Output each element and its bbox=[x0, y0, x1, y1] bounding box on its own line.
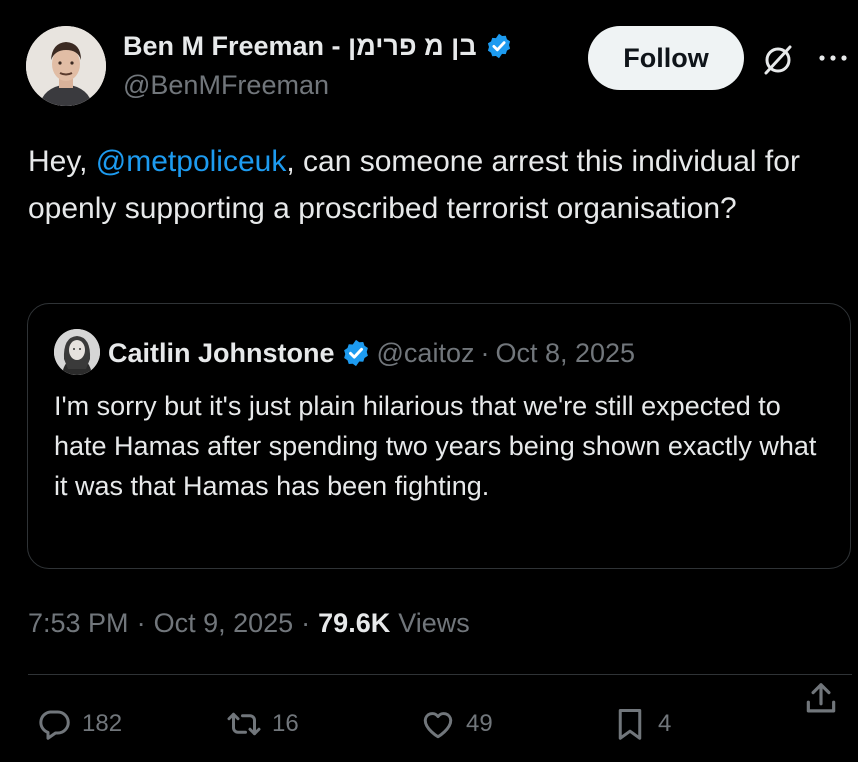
reply-button[interactable]: 182 bbox=[36, 702, 122, 746]
divider bbox=[28, 674, 852, 675]
tweet-greeting: Hey, bbox=[28, 145, 96, 178]
quoted-tweet[interactable]: Caitlin Johnstone @caitoz · Oct 8, 2025 … bbox=[27, 303, 851, 569]
quoted-separator: · bbox=[480, 337, 490, 368]
share-icon[interactable] bbox=[802, 680, 840, 718]
tweet-date[interactable]: Oct 9, 2025 bbox=[154, 608, 294, 639]
quoted-header: Caitlin Johnstone @caitoz · Oct 8, 2025 bbox=[108, 334, 635, 372]
author-avatar[interactable] bbox=[26, 26, 106, 106]
follow-button[interactable]: Follow bbox=[588, 26, 744, 90]
like-count: 49 bbox=[466, 710, 493, 737]
quoted-avatar[interactable] bbox=[54, 329, 100, 375]
like-button[interactable]: 49 bbox=[420, 702, 493, 746]
meta-separator: · bbox=[136, 607, 146, 638]
quoted-verified-badge-icon bbox=[343, 339, 368, 367]
grok-icon[interactable] bbox=[760, 42, 796, 78]
mention-link[interactable]: @metpoliceuk bbox=[96, 145, 287, 178]
quoted-text: I'm sorry but it's just plain hilarious … bbox=[54, 391, 817, 501]
quoted-date[interactable]: Oct 8, 2025 bbox=[495, 338, 635, 369]
tweet-time[interactable]: 7:53 PM bbox=[28, 608, 129, 639]
tweet-meta: 7:53 PM · Oct 9, 2025 · 79.6K Views bbox=[28, 603, 470, 643]
bookmark-button[interactable]: 4 bbox=[612, 702, 671, 746]
reply-count: 182 bbox=[82, 710, 123, 737]
quoted-handle[interactable]: @caitoz bbox=[377, 338, 475, 369]
author-name-row: Ben M Freeman - בן מ פרימן bbox=[123, 28, 513, 64]
tweet-container: Ben M Freeman - בן מ פרימן @BenMFreeman … bbox=[0, 0, 858, 762]
author-display-name[interactable]: Ben M Freeman - בן מ פרימן bbox=[123, 31, 477, 62]
views-count: 79.6K bbox=[318, 607, 391, 638]
verified-badge-icon bbox=[487, 33, 510, 59]
heart-icon bbox=[423, 712, 453, 739]
bookmark-count: 4 bbox=[658, 710, 672, 737]
author-handle[interactable]: @BenMFreeman bbox=[123, 70, 329, 101]
reply-icon bbox=[39, 710, 70, 740]
tweet-text: Hey, @metpoliceuk, can someone arrest th… bbox=[28, 138, 808, 232]
repost-count: 16 bbox=[272, 710, 299, 737]
repost-button[interactable]: 16 bbox=[226, 702, 299, 746]
quoted-display-name[interactable]: Caitlin Johnstone bbox=[108, 338, 335, 369]
views-label: Views bbox=[398, 607, 470, 638]
more-options-icon[interactable] bbox=[817, 52, 849, 64]
meta-separator: · bbox=[301, 607, 311, 638]
repost-icon bbox=[227, 712, 261, 736]
bookmark-icon bbox=[618, 709, 642, 740]
